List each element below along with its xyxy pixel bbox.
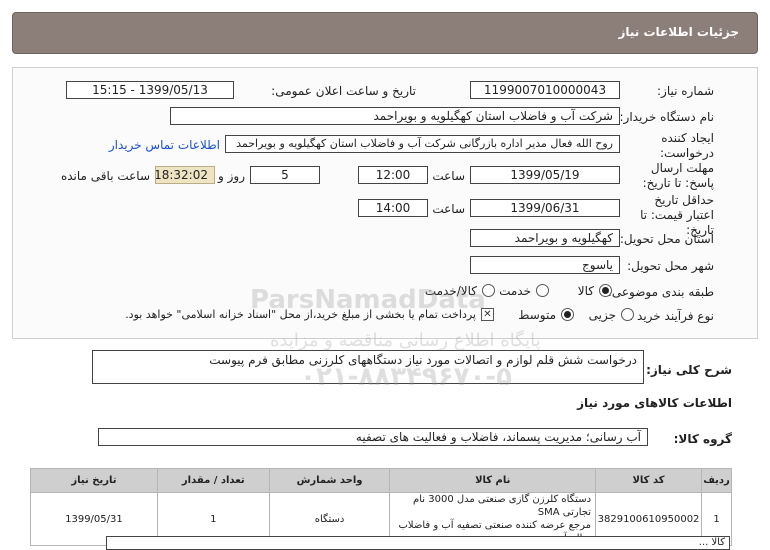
buyer-label: نام دستگاه خریدار: bbox=[619, 110, 715, 124]
deadline-date-field: 1399/05/19 bbox=[470, 166, 620, 184]
col-code-header: کد کالا bbox=[595, 468, 703, 493]
page-header: جزئیات اطلاعات نیاز bbox=[12, 12, 758, 54]
category-radio-goods[interactable] bbox=[599, 284, 612, 297]
category-radio-service[interactable] bbox=[536, 284, 549, 297]
need-number-label: شماره نیاز: bbox=[657, 84, 714, 98]
announce-label: تاریخ و ساعت اعلان عمومی: bbox=[271, 84, 416, 98]
days-field: 5 bbox=[250, 166, 320, 184]
process-option-minor: جزیی bbox=[588, 308, 616, 322]
deadline-label: مهلت ارسال پاسخ: تا تاریخ: bbox=[642, 161, 714, 190]
validity-time-field: 14:00 bbox=[358, 199, 428, 217]
contact-buyer-link[interactable]: اطلاعات تماس خریدار bbox=[109, 138, 220, 152]
watermark-subtitle: پایگاه اطلاع رسانی مناقصه و مزایده bbox=[270, 330, 541, 351]
watermark-logo: ParsNamadData bbox=[250, 285, 486, 315]
category-label: طبقه بندی موضوعی: bbox=[607, 285, 714, 299]
deadline-time-field: 12:00 bbox=[358, 166, 428, 184]
col-index-header: ردیف bbox=[701, 468, 732, 493]
category-option-service: خدمت bbox=[499, 284, 531, 298]
col-name-header: نام کالا bbox=[389, 468, 597, 493]
province-field: کهگیلویه و بویراحمد bbox=[470, 229, 620, 247]
process-option-medium: متوسط bbox=[518, 308, 556, 322]
col-date-header: تاریخ نیاز bbox=[30, 468, 158, 493]
city-field: یاسوج bbox=[470, 256, 620, 274]
creator-label: ایجاد کننده درخواست: bbox=[660, 131, 714, 160]
description-label: شرح کلی نیاز: bbox=[646, 363, 732, 377]
validity-date-field: 1399/06/31 bbox=[470, 199, 620, 217]
footer-note: کالا ... bbox=[698, 537, 725, 548]
col-unit-header: واحد شمارش bbox=[268, 468, 391, 493]
remaining-time-field: 18:32:02 bbox=[155, 166, 215, 184]
remaining-label: ساعت باقی مانده bbox=[60, 169, 150, 183]
deadline-time-label: ساعت bbox=[432, 169, 465, 183]
goods-group-label: گروه کالا: bbox=[673, 432, 732, 446]
category-option-goods: کالا bbox=[577, 284, 594, 298]
row-goods-name-line1: دستگاه کلرزن گازی صنعتی مدل 3000 نام تجا… bbox=[413, 494, 592, 518]
province-label: استان محل تحویل: bbox=[619, 232, 714, 246]
process-radio-minor[interactable] bbox=[621, 308, 634, 321]
table-header-row: ردیف کد کالا نام کالا واحد شمارش تعداد /… bbox=[30, 468, 732, 493]
creator-field: روح الله فعال مدیر اداره بازرگانی شرکت آ… bbox=[225, 135, 620, 153]
watermark-phone: ۰۲۱-۸۸۳۴۹۶۷۰-۵ bbox=[300, 362, 513, 392]
validity-time-label: ساعت bbox=[432, 202, 465, 216]
buyer-field: شرکت آب و فاضلاب استان کهگیلویه و بویراح… bbox=[170, 107, 620, 125]
goods-section-title: اطلاعات کالاهای مورد نیاز bbox=[577, 396, 732, 410]
process-radio-medium[interactable] bbox=[561, 308, 574, 321]
city-label: شهر محل تحویل: bbox=[627, 259, 714, 273]
need-number-field: 1199007010000043 bbox=[470, 81, 620, 99]
goods-group-field: آب رسانی؛ مدیریت پسماند، فاضلاب و فعالیت… bbox=[98, 428, 648, 446]
col-qty-header: تعداد / مقدار bbox=[156, 468, 270, 493]
process-label: نوع فرآیند خرید : bbox=[629, 309, 714, 323]
days-label: روز و bbox=[218, 169, 245, 183]
footer-note-box: کالا ... bbox=[106, 536, 730, 550]
goods-table: ردیف کد کالا نام کالا واحد شمارش تعداد /… bbox=[30, 468, 732, 546]
announce-field: 1399/05/13 - 15:15 bbox=[66, 81, 234, 99]
page-title: جزئیات اطلاعات نیاز bbox=[618, 25, 739, 39]
